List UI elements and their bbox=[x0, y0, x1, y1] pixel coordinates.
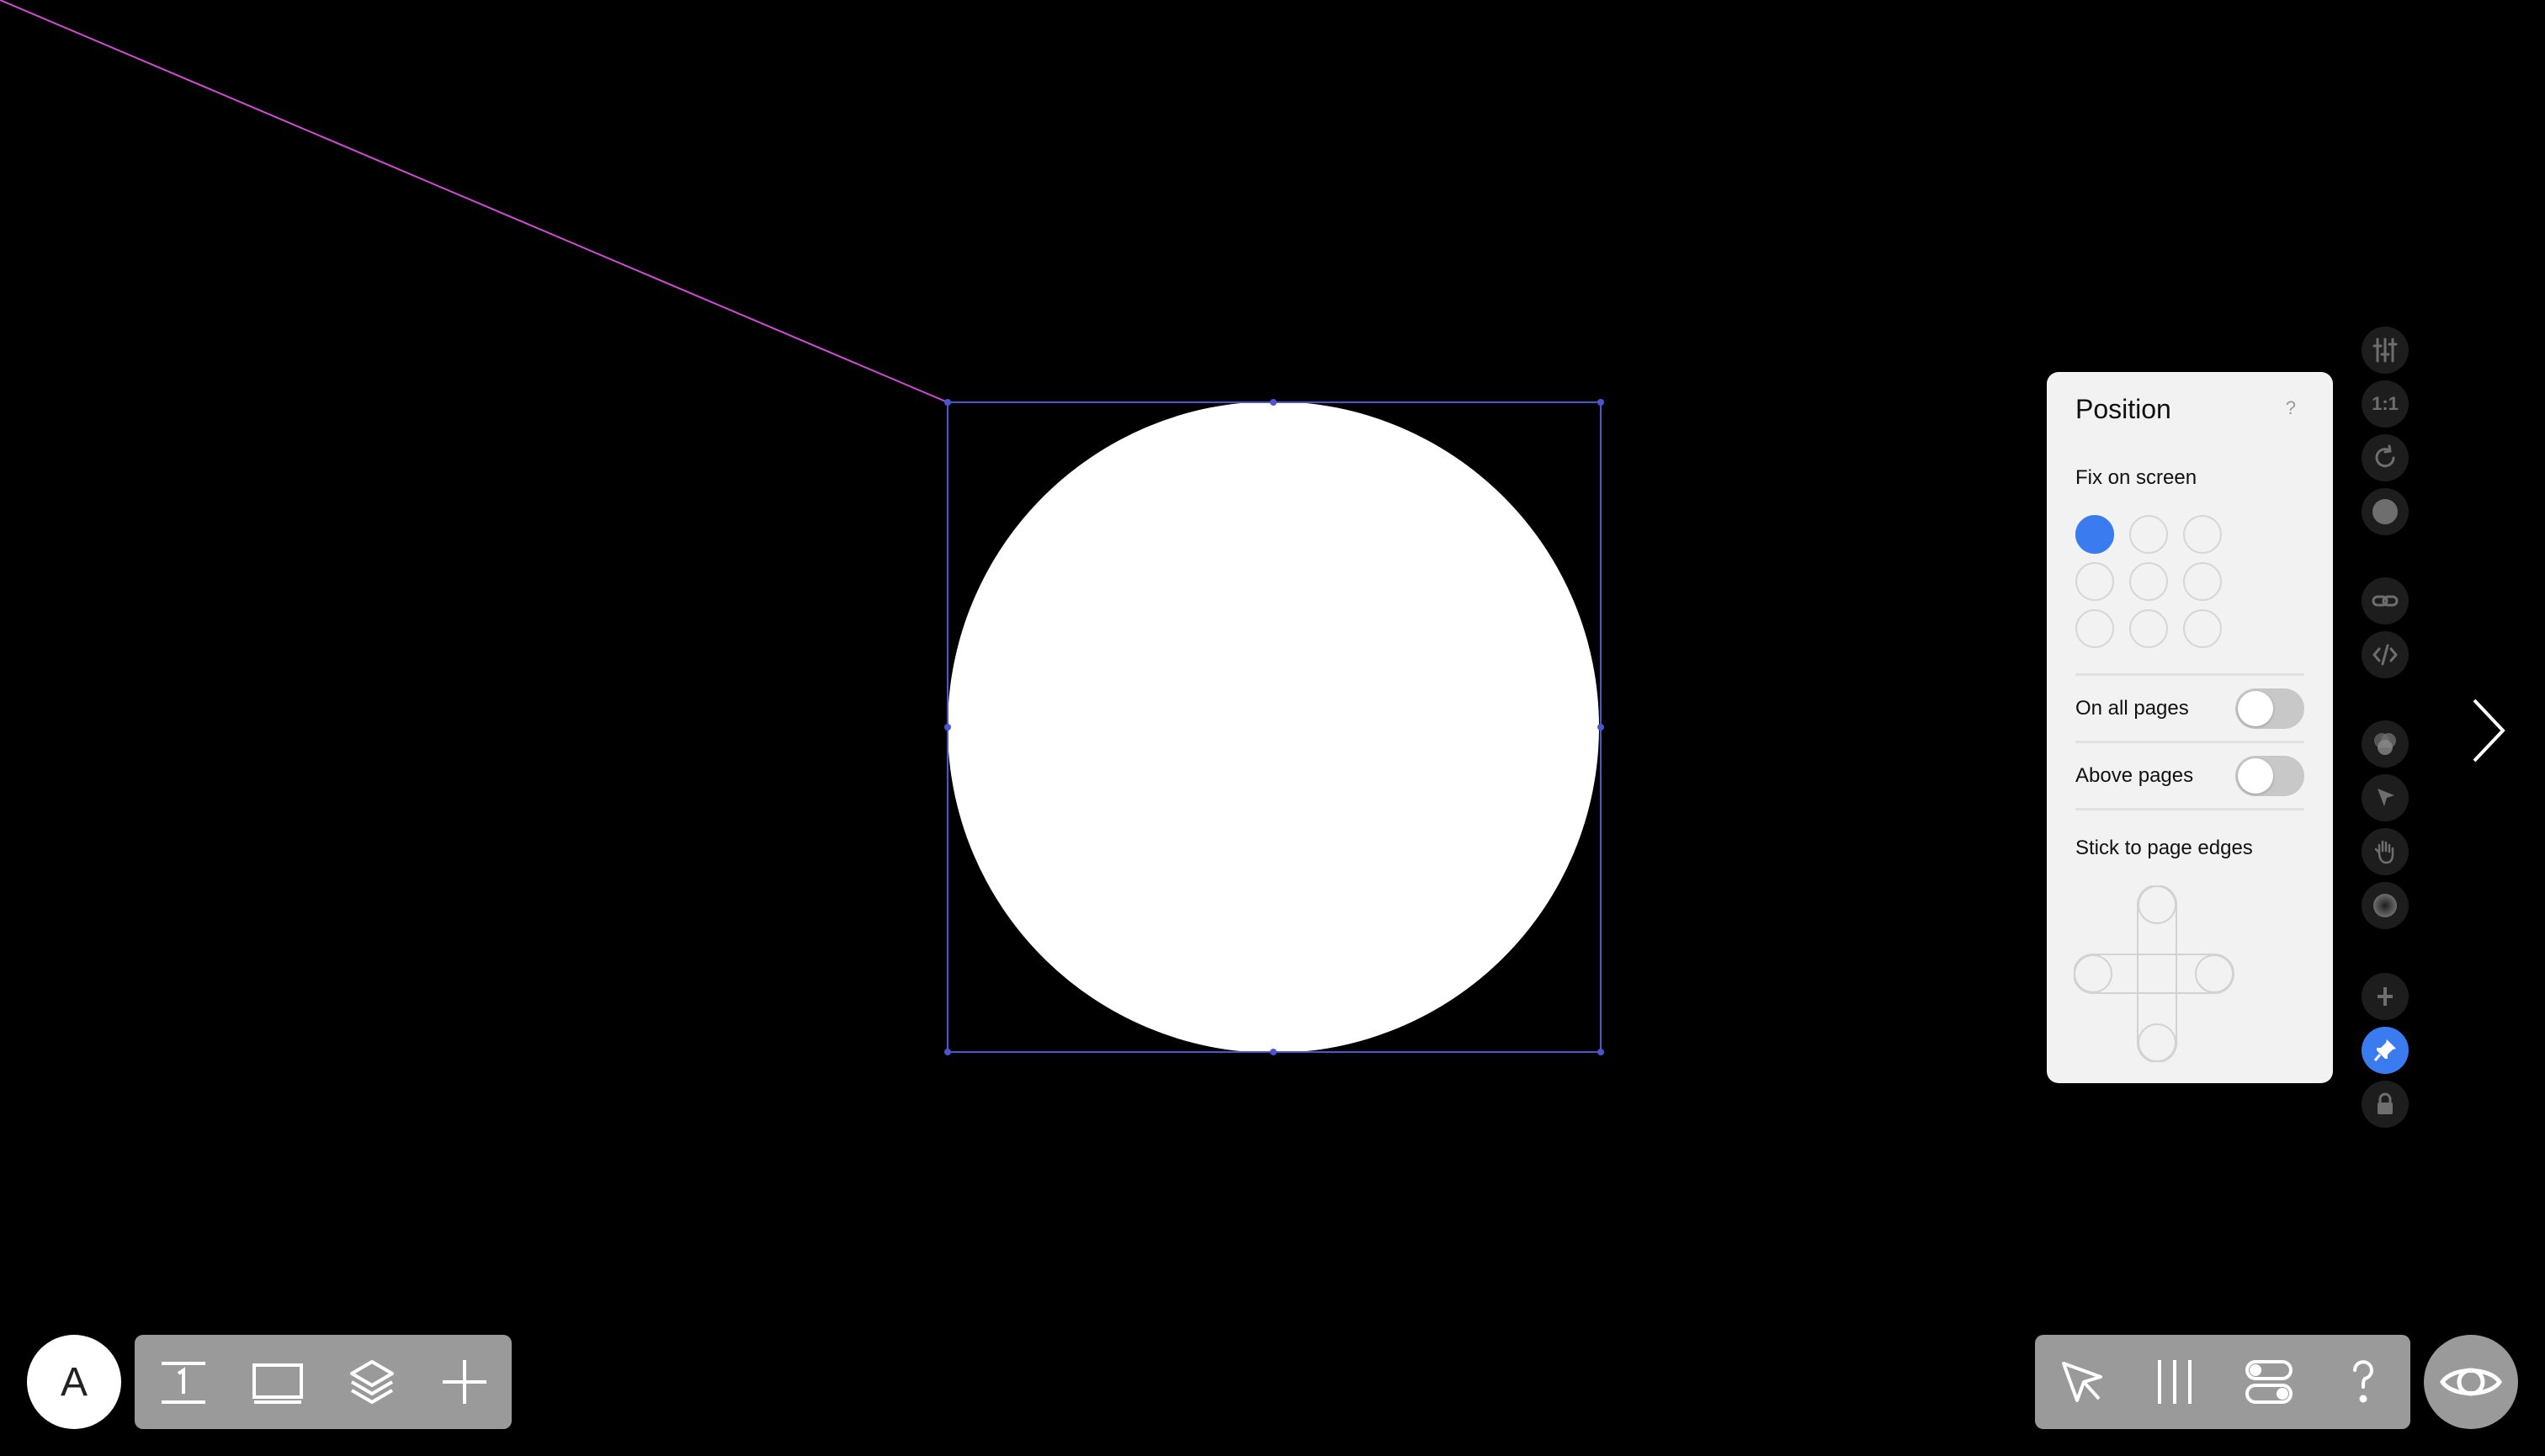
ratio-icon[interactable]: 1:1 bbox=[2362, 380, 2409, 428]
toggles-icon[interactable] bbox=[2242, 1355, 2296, 1409]
stick-right-handle bbox=[2195, 954, 2234, 993]
anchor-bottom-center[interactable] bbox=[2129, 609, 2168, 648]
lock-icon[interactable] bbox=[2362, 1081, 2409, 1128]
code-icon[interactable] bbox=[2362, 631, 2409, 678]
preview-eye-icon[interactable] bbox=[2424, 1335, 2518, 1429]
add-icon[interactable] bbox=[438, 1355, 491, 1409]
stick-top-handle bbox=[2138, 885, 2176, 924]
panel-title: Position bbox=[2075, 394, 2171, 424]
anchor-center[interactable] bbox=[2129, 562, 2168, 601]
avatar-initial: A bbox=[60, 1359, 88, 1405]
stick-bottom-handle bbox=[2138, 1023, 2176, 1062]
circle-shape[interactable] bbox=[948, 401, 1599, 1053]
anchor-middle-left[interactable] bbox=[2075, 562, 2114, 601]
position-panel: Position ? Fix on screen On all pages Ab… bbox=[2047, 372, 2333, 1083]
anchor-top-left[interactable] bbox=[2075, 515, 2114, 554]
stick-to-edges-label: Stick to page edges bbox=[2075, 837, 2253, 859]
stick-to-edges-control[interactable] bbox=[2074, 885, 2242, 1062]
above-pages-label: Above pages bbox=[2075, 764, 2194, 787]
help-icon[interactable]: ? bbox=[2286, 397, 2296, 419]
link-icon[interactable] bbox=[2362, 577, 2409, 624]
adjust-icon[interactable] bbox=[2362, 327, 2409, 374]
anchor-bottom-right[interactable] bbox=[2183, 609, 2222, 648]
help-icon[interactable] bbox=[2336, 1355, 2390, 1409]
blend-icon[interactable] bbox=[2362, 720, 2409, 768]
stick-left-handle bbox=[2074, 954, 2112, 993]
anchor-top-right[interactable] bbox=[2183, 515, 2222, 554]
divider bbox=[2075, 808, 2304, 810]
avatar[interactable]: A bbox=[27, 1335, 121, 1429]
above-pages-toggle[interactable] bbox=[2235, 756, 2304, 796]
hand-icon[interactable] bbox=[2362, 828, 2409, 875]
on-all-pages-label: On all pages bbox=[2075, 697, 2189, 720]
chevron-right-icon[interactable] bbox=[2464, 695, 2511, 766]
connection-guide-line bbox=[0, 0, 948, 403]
cursor-icon[interactable] bbox=[2362, 774, 2409, 821]
rotate-icon[interactable] bbox=[2362, 434, 2409, 481]
frame-icon[interactable] bbox=[251, 1355, 305, 1409]
divider bbox=[2075, 673, 2304, 676]
pin-icon[interactable] bbox=[2362, 1027, 2409, 1074]
anchor-top-center[interactable] bbox=[2129, 515, 2168, 554]
add-icon[interactable] bbox=[2362, 973, 2409, 1020]
layers-icon[interactable] bbox=[345, 1355, 399, 1409]
view-toolbar bbox=[2035, 1335, 2410, 1429]
fill-color-icon[interactable] bbox=[2362, 488, 2409, 535]
anchor-bottom-left[interactable] bbox=[2075, 609, 2114, 648]
divider bbox=[2075, 741, 2304, 743]
anchor-middle-right[interactable] bbox=[2183, 562, 2222, 601]
ratio-label: 1:1 bbox=[2372, 393, 2399, 414]
shadow-icon[interactable] bbox=[2362, 882, 2409, 929]
fix-on-screen-label: Fix on screen bbox=[2075, 466, 2197, 489]
page-number-icon[interactable] bbox=[157, 1355, 210, 1409]
main-toolbar bbox=[135, 1335, 512, 1429]
columns-icon[interactable] bbox=[2148, 1355, 2202, 1409]
on-all-pages-toggle[interactable] bbox=[2235, 688, 2304, 729]
select-icon[interactable] bbox=[2055, 1355, 2109, 1409]
